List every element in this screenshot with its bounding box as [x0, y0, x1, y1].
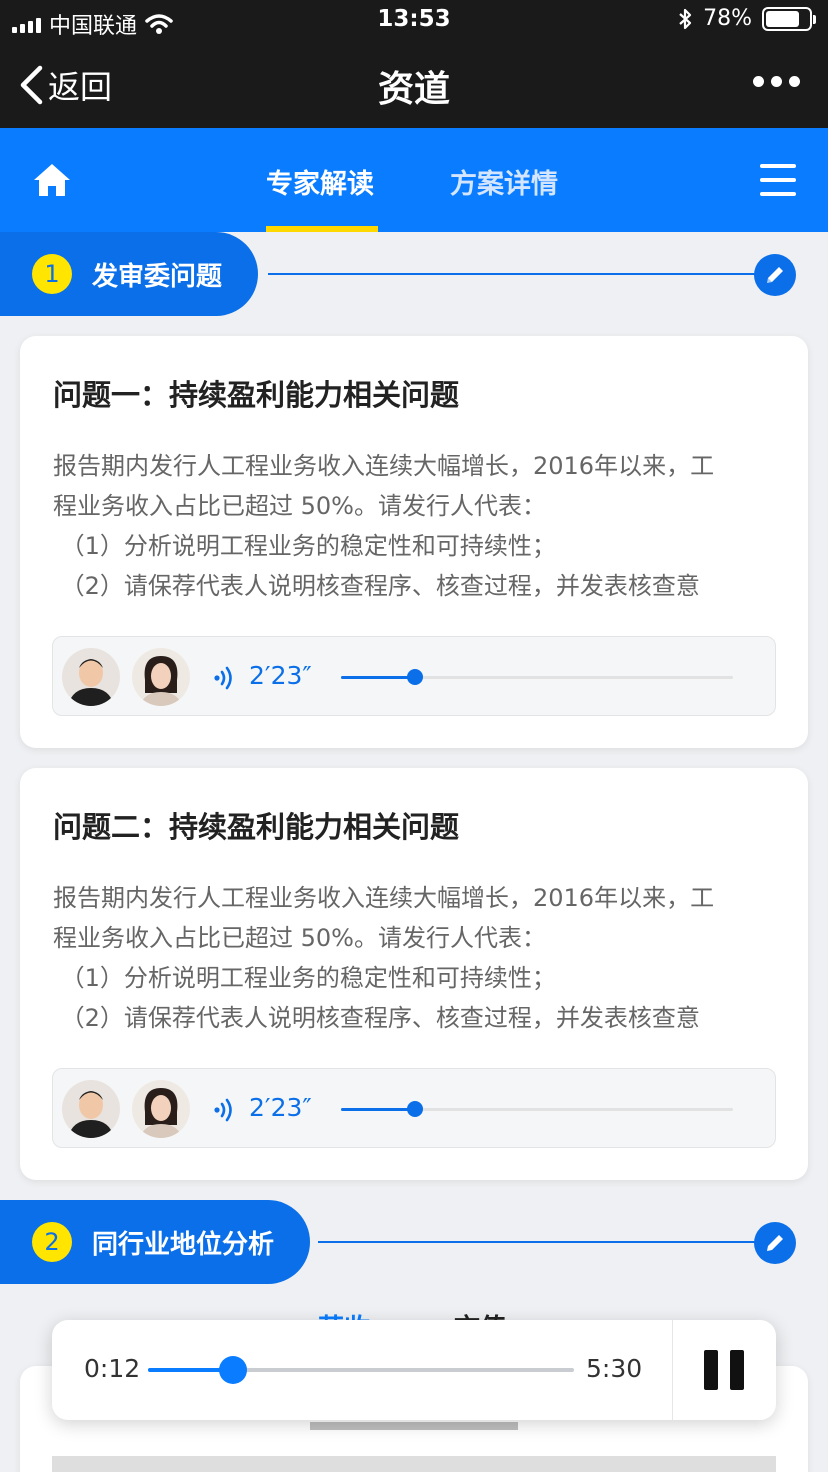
- battery-icon: [762, 6, 816, 31]
- more-dot: [789, 76, 800, 87]
- pencil-icon: [767, 1235, 783, 1251]
- voice-icon[interactable]: [213, 1097, 237, 1127]
- section-number: 1: [32, 254, 72, 294]
- pause-button[interactable]: [704, 1350, 744, 1390]
- more-dot: [753, 76, 764, 87]
- section-title: 发审委问题: [92, 261, 223, 292]
- more-dot: [771, 76, 782, 87]
- section-divider-line: [268, 273, 768, 275]
- status-right: 78%: [677, 6, 816, 31]
- tab-plan-details[interactable]: 方案详情: [450, 162, 558, 201]
- audio-progress-track[interactable]: [341, 669, 733, 685]
- section-title: 同行业地位分析: [92, 1229, 275, 1260]
- section-header-2: 2 同行业地位分析: [0, 1200, 828, 1284]
- floating-audio-player: 0:12 5:30: [52, 1320, 776, 1420]
- avatar: [132, 1080, 190, 1138]
- menu-icon[interactable]: [760, 164, 796, 196]
- tab-expert-interpretation[interactable]: 专家解读: [266, 162, 374, 201]
- avatar: [132, 648, 190, 706]
- status-bar: 中国联通 13:53 78%: [0, 0, 828, 40]
- more-button[interactable]: [753, 76, 800, 87]
- audio-row: 2′23″: [52, 636, 776, 716]
- tab-bar: 专家解读 方案详情: [0, 128, 828, 232]
- page-title: 资道: [377, 69, 450, 110]
- section-divider-line: [318, 1241, 768, 1243]
- player-divider: [672, 1320, 673, 1420]
- placeholder-bar: [310, 1422, 518, 1430]
- player-progress-track[interactable]: [148, 1356, 574, 1384]
- elapsed-time: 0:12: [84, 1354, 141, 1383]
- audio-duration: 2′23″: [249, 661, 312, 690]
- pause-icon-bar: [704, 1350, 718, 1390]
- home-icon[interactable]: [32, 162, 72, 202]
- question-card: 问题一：持续盈利能力相关问题 报告期内发行人工程业务收入连续大幅增长，2016年…: [20, 336, 808, 748]
- edit-button[interactable]: [754, 254, 796, 296]
- placeholder-block: [52, 1456, 776, 1472]
- audio-progress-fill: [341, 1108, 416, 1111]
- player-progress-knob[interactable]: [219, 1356, 248, 1384]
- avatar: [62, 648, 120, 706]
- total-time: 5:30: [586, 1354, 643, 1383]
- section-pill: 1 发审委问题: [0, 232, 259, 316]
- audio-row: 2′23″: [52, 1068, 776, 1148]
- question-title: 问题一：持续盈利能力相关问题: [53, 378, 460, 412]
- audio-progress-track[interactable]: [341, 1101, 733, 1117]
- voice-icon[interactable]: [213, 665, 237, 695]
- audio-progress-knob[interactable]: [407, 1101, 424, 1117]
- battery-percent: 78%: [703, 6, 752, 31]
- section-number: 2: [32, 1222, 72, 1262]
- audio-progress-fill: [341, 676, 416, 679]
- audio-progress-knob[interactable]: [407, 669, 424, 685]
- bluetooth-icon: [679, 8, 692, 29]
- question-body: 报告期内发行人工程业务收入连续大幅增长，2016年以来，工 程业务收入占比已超过…: [53, 884, 715, 1032]
- question-card: 问题二：持续盈利能力相关问题 报告期内发行人工程业务收入连续大幅增长，2016年…: [20, 768, 808, 1180]
- avatar: [62, 1080, 120, 1138]
- pencil-icon: [767, 267, 783, 283]
- nav-bar: 返回 资道: [0, 40, 828, 128]
- section-header-1: 1 发审委问题: [0, 232, 828, 316]
- audio-duration: 2′23″: [249, 1093, 312, 1122]
- section-pill: 2 同行业地位分析: [0, 1200, 311, 1284]
- edit-button[interactable]: [754, 1222, 796, 1264]
- pause-icon-bar: [730, 1350, 744, 1390]
- question-body: 报告期内发行人工程业务收入连续大幅增长，2016年以来，工 程业务收入占比已超过…: [53, 452, 715, 600]
- question-title: 问题二：持续盈利能力相关问题: [53, 810, 460, 844]
